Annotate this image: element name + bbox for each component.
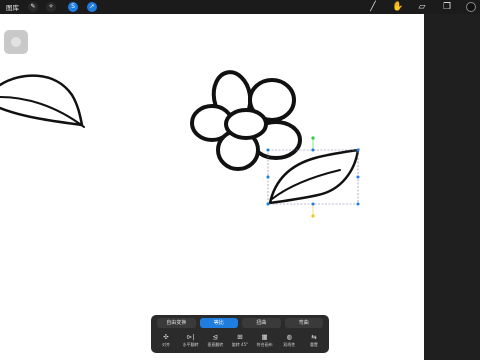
mode-warp[interactable]: 弯曲 [284, 318, 323, 328]
rotate-icon: ⊞ [237, 333, 243, 341]
leaf-left [0, 74, 85, 128]
mode-freeform[interactable]: 自由变换 [157, 318, 196, 328]
flip-horizontal-icon: ⊳| [186, 333, 195, 341]
snapping-icon: ✣ [163, 333, 169, 341]
reset-icon: ⇆ [311, 333, 317, 341]
fit-to-canvas-button[interactable]: ▦ 符合画布 [254, 333, 276, 351]
flip-horizontal-button[interactable]: ⊳| 水平翻转 [180, 333, 202, 351]
layers-icon[interactable]: ❐ [441, 1, 453, 13]
fit-canvas-icon: ▦ [261, 333, 268, 341]
rotation-handle [311, 136, 315, 140]
transform-action-row: ✣ 对齐 ⊳| 水平翻转 ⊴ 垂直翻转 ⊞ 旋转 45° ▦ 符合画布 ◍ 双线… [155, 333, 325, 351]
mode-distort[interactable]: 扭曲 [242, 318, 281, 328]
right-sidebar [424, 14, 480, 360]
reset-button[interactable]: ⇆ 重置 [303, 333, 325, 351]
pivot-handle [311, 214, 315, 218]
rotate-45-button[interactable]: ⊞ 旋转 45° [229, 333, 251, 351]
canvas-artwork [0, 70, 360, 218]
bilinear-button[interactable]: ◍ 双线性 [278, 333, 300, 351]
transform-mode-row: 自由变换 等比 扭曲 弯曲 [157, 318, 323, 328]
mode-uniform[interactable]: 等比 [199, 318, 238, 328]
flip-vertical-icon: ⊴ [212, 333, 219, 341]
interpolation-icon: ◍ [286, 333, 293, 341]
transform-panel: 自由变换 等比 扭曲 弯曲 ✣ 对齐 ⊳| 水平翻转 ⊴ 垂直翻转 ⊞ 旋转 4… [151, 315, 329, 353]
color-swatch[interactable] [466, 2, 476, 12]
flower-drawing [190, 70, 302, 171]
snapping-button[interactable]: ✣ 对齐 [155, 333, 177, 351]
flip-vertical-button[interactable]: ⊴ 垂直翻转 [204, 333, 226, 351]
